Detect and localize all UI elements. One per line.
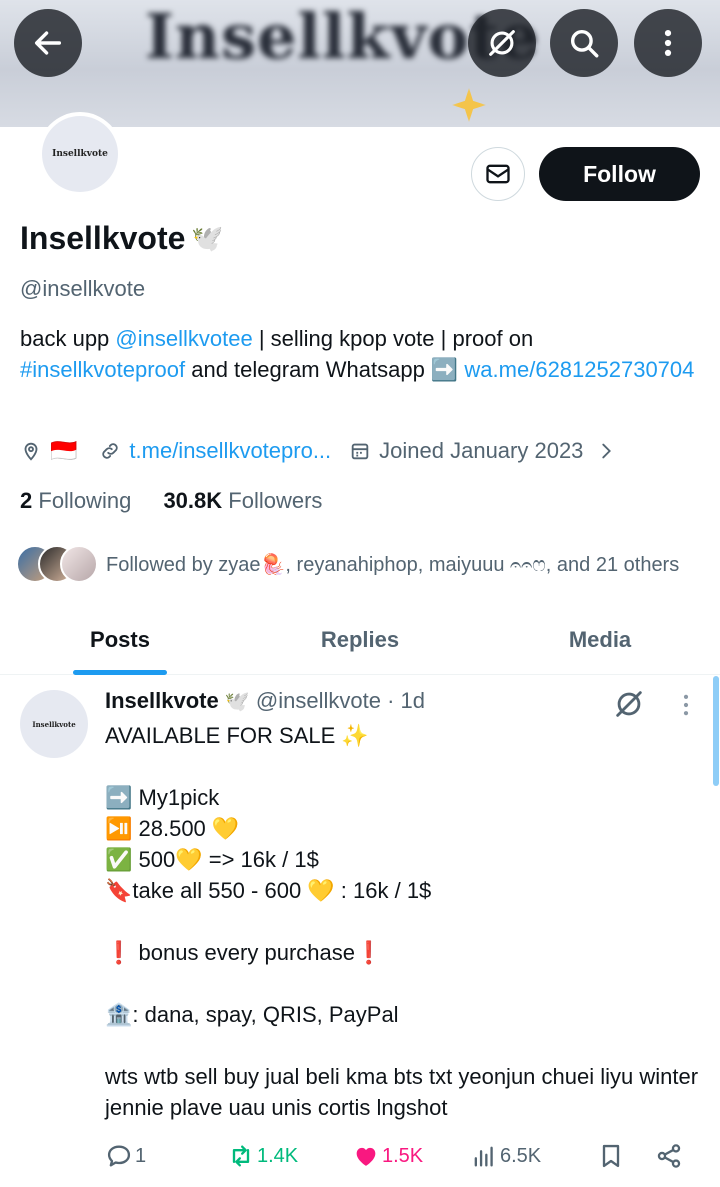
display-name-text: Insellkvote <box>20 220 186 256</box>
location-icon <box>24 442 38 461</box>
more-vertical-icon <box>664 29 672 57</box>
tab-media[interactable]: Media <box>480 606 720 674</box>
tweet-avatar[interactable]: Insellkvote <box>20 690 88 758</box>
tweet-author-name[interactable]: Insellkvote <box>105 688 219 713</box>
avatar-logo-text: Insellkvote <box>42 116 118 192</box>
tweet-author-handle[interactable]: @insellkvote <box>256 688 381 713</box>
calendar-icon <box>351 443 369 460</box>
followed-by-row[interactable]: Followed by zyae🪼, reyanahiphop, maiyuuu… <box>16 543 679 585</box>
tweet-header: Insellkvote 🕊️ @insellkvote · 1d <box>105 688 425 714</box>
search-icon <box>570 29 599 58</box>
retweet-icon <box>232 1145 250 1167</box>
location-flag: 🇮🇩 <box>50 438 78 463</box>
reply-icon <box>107 1145 131 1167</box>
profile-tabs: Posts Replies Media <box>0 606 720 675</box>
profile-banner[interactable]: Insellkvote <box>0 0 720 127</box>
follow-button[interactable]: Follow <box>539 147 700 201</box>
tweet-more-button[interactable] <box>672 690 700 720</box>
following-link[interactable]: 2 Following <box>20 488 131 513</box>
joined-date: Joined January 2023 <box>379 438 584 463</box>
arrow-left-icon <box>34 31 62 55</box>
message-button[interactable] <box>471 147 525 201</box>
profile-bio: back upp @insellkvotee | selling kpop vo… <box>20 323 700 385</box>
banner-sparkle <box>452 88 486 122</box>
more-vertical-icon <box>683 694 689 716</box>
like-button[interactable]: 1.5K <box>352 1142 470 1170</box>
more-options-button[interactable] <box>634 9 702 77</box>
tweet-actions: 1 1.4K 1.5K 6.5K <box>105 1138 685 1174</box>
search-button[interactable] <box>550 9 618 77</box>
followed-by-text: Followed by zyae🪼, reyanahiphop, maiyuuu… <box>106 553 680 576</box>
scrollbar[interactable] <box>713 676 719 786</box>
heart-icon <box>356 1147 376 1166</box>
link-icon <box>102 443 119 459</box>
follower-avatar <box>60 545 98 583</box>
bio-text: | selling kpop vote | proof on <box>252 326 534 351</box>
bio-hashtag-link[interactable]: #insellkvoteproof <box>20 357 185 382</box>
grok-explain-button[interactable] <box>612 687 646 721</box>
followers-label: Followers <box>228 488 323 513</box>
follow-counts: 2 Following 30.8K Followers <box>20 488 322 514</box>
views-chart-icon <box>474 1146 493 1167</box>
bookmark-button[interactable] <box>597 1142 655 1170</box>
avatar-logo-text: Insellkvote <box>20 690 88 758</box>
tab-replies[interactable]: Replies <box>240 606 480 674</box>
following-label: Following <box>38 488 132 513</box>
followers-link[interactable]: 30.8K Followers <box>163 488 322 513</box>
profile-avatar[interactable]: Insellkvote <box>38 112 122 196</box>
tweet-time: · 1d <box>387 688 425 713</box>
website-link[interactable]: t.me/insellkvotepro... <box>129 438 331 464</box>
bio-text: back upp <box>20 326 116 351</box>
bookmark-icon <box>602 1144 620 1168</box>
followers-count: 30.8K <box>163 488 223 513</box>
following-count: 2 <box>20 488 33 513</box>
profile-meta-row: 🇮🇩 t.me/insellkvotepro... Joined January… <box>20 436 617 466</box>
retweet-count: 1.4K <box>257 1144 299 1167</box>
grok-button[interactable] <box>468 9 536 77</box>
chevron-right-icon[interactable] <box>595 440 617 462</box>
display-name: Insellkvote 🕊️ <box>20 220 224 257</box>
slash-circle-icon <box>489 30 515 56</box>
tab-posts[interactable]: Posts <box>0 606 240 675</box>
profile-handle: @insellkvote <box>20 276 146 301</box>
tweet-text: AVAILABLE FOR SALE ✨ ➡️ My1pick ⏯️ 28.50… <box>105 723 699 1120</box>
share-icon <box>657 1144 681 1168</box>
retweet-button[interactable]: 1.4K <box>227 1142 352 1170</box>
mail-icon <box>486 164 510 184</box>
bio-mention-link[interactable]: @insellkvotee <box>115 326 252 351</box>
dove-emoji: 🕊️ <box>191 223 224 253</box>
reply-button[interactable]: 1 <box>105 1142 227 1170</box>
reply-count: 1 <box>135 1144 147 1167</box>
share-button[interactable] <box>655 1142 685 1170</box>
dove-emoji: 🕊️ <box>224 691 250 713</box>
back-button[interactable] <box>14 9 82 77</box>
slash-circle-icon <box>616 691 642 717</box>
bio-whatsapp-link[interactable]: wa.me/6281252730704 <box>464 357 694 382</box>
bio-text: and telegram Whatsapp ➡️ <box>185 357 465 382</box>
views-count: 6.5K <box>500 1144 542 1167</box>
like-count: 1.5K <box>382 1144 424 1167</box>
views-button[interactable]: 6.5K <box>470 1142 597 1170</box>
